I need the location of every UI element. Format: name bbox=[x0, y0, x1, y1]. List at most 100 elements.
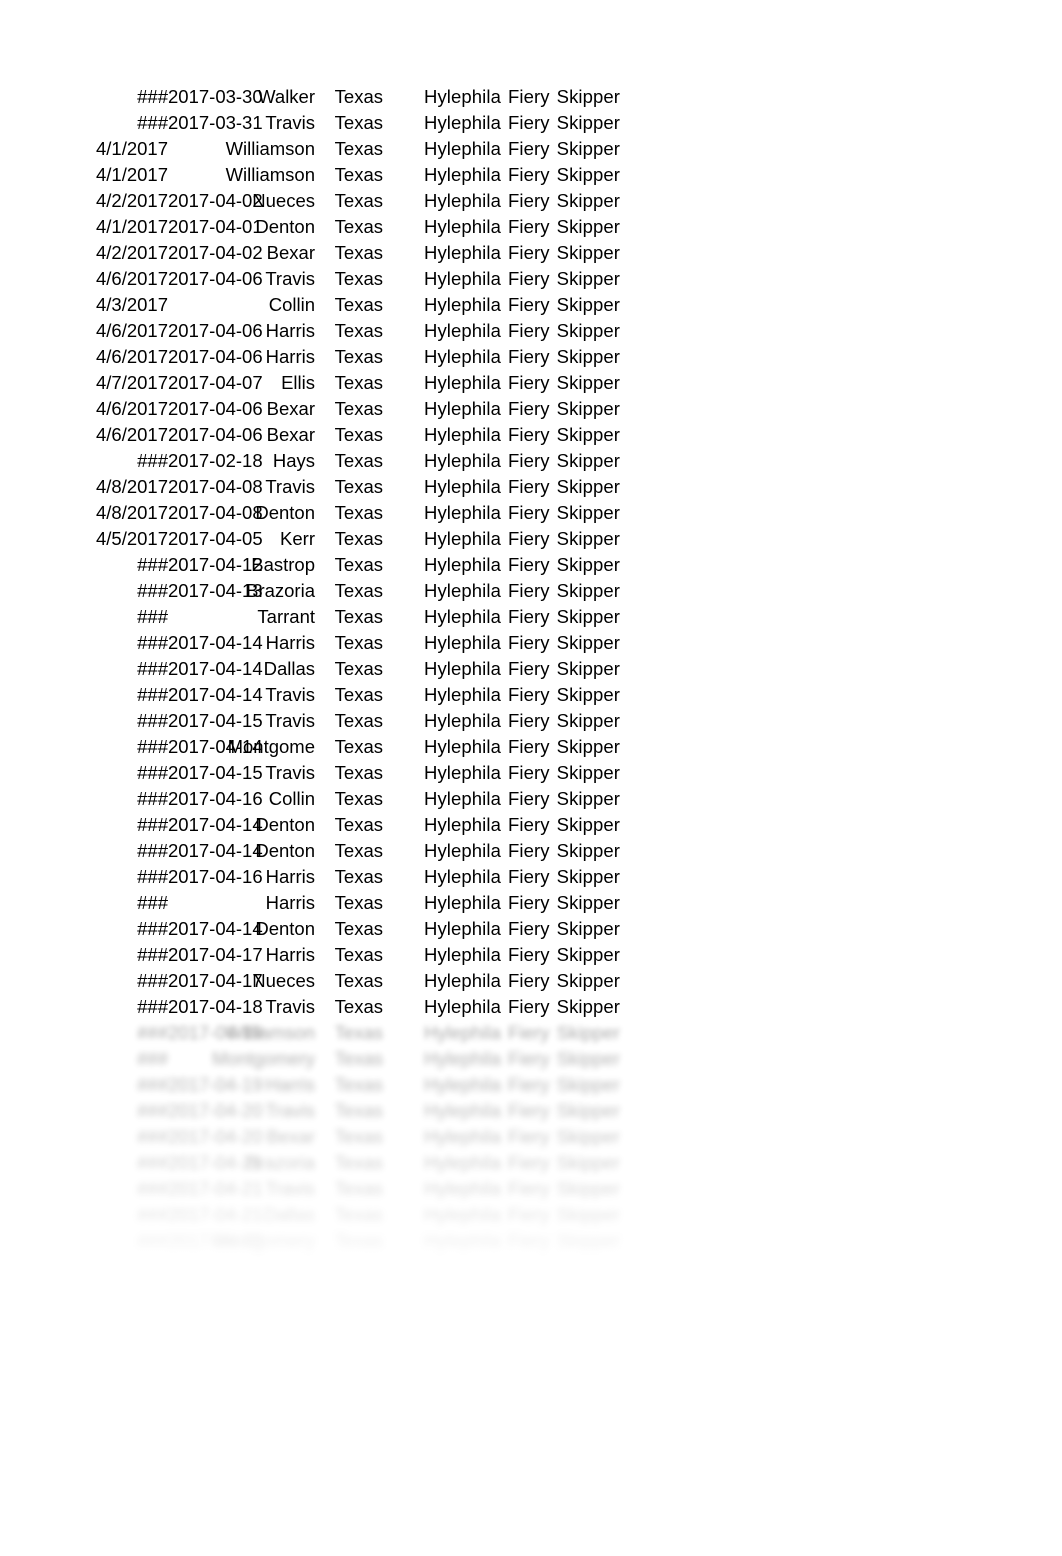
cell-state[interactable]: Texas bbox=[315, 292, 383, 318]
cell-state[interactable]: Texas bbox=[315, 396, 383, 422]
cell-date-us[interactable]: ### bbox=[96, 110, 168, 136]
cell-county[interactable]: Harris bbox=[168, 318, 315, 344]
cell-date-us[interactable]: ### bbox=[96, 812, 168, 838]
cell-state[interactable]: Texas bbox=[315, 188, 383, 214]
cell-species[interactable]: Hylephila Fiery Skipper bbox=[424, 890, 620, 916]
cell-species[interactable]: Hylephila Fiery Skipper bbox=[424, 838, 620, 864]
cell-date-us[interactable]: ### bbox=[96, 994, 168, 1020]
cell-date-us[interactable]: 4/8/2017 bbox=[96, 474, 168, 500]
cell-date-us[interactable]: 4/5/2017 bbox=[96, 526, 168, 552]
cell-county[interactable]: Hays bbox=[168, 448, 315, 474]
cell-county[interactable]: Harris bbox=[168, 1072, 315, 1098]
cell-date-us[interactable]: ### bbox=[96, 734, 168, 760]
cell-state[interactable]: Texas bbox=[315, 630, 383, 656]
cell-state[interactable]: Texas bbox=[315, 968, 383, 994]
cell-date-us[interactable]: 4/1/2017 bbox=[96, 136, 168, 162]
cell-state[interactable]: Texas bbox=[315, 448, 383, 474]
cell-date-us[interactable]: ### bbox=[96, 630, 168, 656]
cell-state[interactable]: Texas bbox=[315, 552, 383, 578]
cell-county[interactable]: Travis bbox=[168, 266, 315, 292]
table-row[interactable]: ### 2017-03-30 Walker Texas Hylephila Fiery Sk… bbox=[0, 84, 1062, 110]
cell-state[interactable]: Texas bbox=[315, 578, 383, 604]
cell-county[interactable]: Collin bbox=[168, 786, 315, 812]
cell-state[interactable]: Texas bbox=[315, 1098, 383, 1124]
cell-species[interactable]: Hylephila Fiery Skipper bbox=[424, 1176, 620, 1202]
cell-date-us[interactable]: ### bbox=[96, 890, 168, 916]
cell-date-us[interactable]: 4/1/2017 bbox=[96, 214, 168, 240]
cell-date-us[interactable]: ### bbox=[96, 604, 168, 630]
cell-county[interactable]: Denton bbox=[168, 916, 315, 942]
cell-county[interactable]: Montgomery bbox=[168, 1228, 315, 1254]
table-row[interactable]: 4/2/2017 2017-04-02 Bexar Texas Hylephila Fie… bbox=[0, 240, 1062, 266]
cell-county[interactable]: Bexar bbox=[168, 1124, 315, 1150]
cell-date-us[interactable]: 4/2/2017 bbox=[96, 240, 168, 266]
cell-state[interactable]: Texas bbox=[315, 500, 383, 526]
cell-state[interactable]: Texas bbox=[315, 604, 383, 630]
table-row[interactable]: ### 2017-04-14 Denton Texas Hylephila Fiery Sk… bbox=[0, 916, 1062, 942]
cell-county[interactable]: Denton bbox=[168, 812, 315, 838]
cell-state[interactable]: Texas bbox=[315, 682, 383, 708]
cell-species[interactable]: Hylephila Fiery Skipper bbox=[424, 84, 620, 110]
cell-species[interactable]: Hylephila Fiery Skipper bbox=[424, 1202, 620, 1228]
cell-species[interactable]: Hylephila Fiery Skipper bbox=[424, 266, 620, 292]
cell-species[interactable]: Hylephila Fiery Skipper bbox=[424, 422, 620, 448]
cell-state[interactable]: Texas bbox=[315, 1020, 383, 1046]
table-row[interactable]: ### 2017-04-14 Denton Texas Hylephila Fiery Sk… bbox=[0, 812, 1062, 838]
cell-date-us[interactable]: ### bbox=[96, 838, 168, 864]
cell-county[interactable]: Travis bbox=[168, 1098, 315, 1124]
cell-county[interactable]: Travis bbox=[168, 708, 315, 734]
table-row[interactable]: ### 2017-04-14 Montgome Texas Hylephila Fiery… bbox=[0, 734, 1062, 760]
table-row[interactable]: ### 2017-03-31 Travis Texas Hylephila Fiery Sk… bbox=[0, 110, 1062, 136]
cell-species[interactable]: Hylephila Fiery Skipper bbox=[424, 786, 620, 812]
cell-date-us[interactable]: 4/1/2017 bbox=[96, 162, 168, 188]
cell-state[interactable]: Texas bbox=[315, 110, 383, 136]
cell-state[interactable]: Texas bbox=[315, 344, 383, 370]
cell-state[interactable]: Texas bbox=[315, 864, 383, 890]
cell-species[interactable]: Hylephila Fiery Skipper bbox=[424, 344, 620, 370]
table-row[interactable]: ### 2017-04-14 Dallas Texas Hylephila Fiery Sk… bbox=[0, 656, 1062, 682]
table-row[interactable]: ### 2017-02-18 Hays Texas Hylephila Fiery Skip… bbox=[0, 448, 1062, 474]
table-row[interactable]: ### 2017-04-14 Travis Texas Hylephila Fiery Sk… bbox=[0, 682, 1062, 708]
cell-state[interactable]: Texas bbox=[315, 84, 383, 110]
cell-species[interactable]: Hylephila Fiery Skipper bbox=[424, 1124, 620, 1150]
table-row[interactable]: ### 2017-04-21 Dallas Texas Hylephila Fiery Sk… bbox=[0, 1202, 1062, 1228]
table-row[interactable]: 4/6/2017 2017-04-06 Travis Texas Hylephila Fi… bbox=[0, 266, 1062, 292]
cell-county[interactable]: Bastrop bbox=[168, 552, 315, 578]
cell-county[interactable]: Bexar bbox=[168, 240, 315, 266]
cell-county[interactable]: Travis bbox=[168, 682, 315, 708]
cell-species[interactable]: Hylephila Fiery Skipper bbox=[424, 1072, 620, 1098]
table-row[interactable]: ### 2017-04-14 Denton Texas Hylephila Fiery Sk… bbox=[0, 838, 1062, 864]
table-row[interactable]: ### 2017-04-16 Harris Texas Hylephila Fiery Sk… bbox=[0, 864, 1062, 890]
cell-state[interactable]: Texas bbox=[315, 812, 383, 838]
cell-date-us[interactable]: ### bbox=[96, 760, 168, 786]
cell-state[interactable]: Texas bbox=[315, 474, 383, 500]
cell-species[interactable]: Hylephila Fiery Skipper bbox=[424, 578, 620, 604]
cell-county[interactable]: Montgomery bbox=[168, 1046, 315, 1072]
cell-species[interactable]: Hylephila Fiery Skipper bbox=[424, 214, 620, 240]
cell-state[interactable]: Texas bbox=[315, 162, 383, 188]
table-row[interactable]: 4/5/2017 2017-04-05 Kerr Texas Hylephila Fier… bbox=[0, 526, 1062, 552]
cell-state[interactable]: Texas bbox=[315, 890, 383, 916]
table-row[interactable]: ### Montgomery Texas Hylephila Fiery Skipper bbox=[0, 1046, 1062, 1072]
table-row[interactable]: 4/6/2017 2017-04-06 Harris Texas Hylephila Fi… bbox=[0, 344, 1062, 370]
table-row[interactable]: 4/8/2017 2017-04-08 Travis Texas Hylephila Fi… bbox=[0, 474, 1062, 500]
cell-state[interactable]: Texas bbox=[315, 1046, 383, 1072]
cell-species[interactable]: Hylephila Fiery Skipper bbox=[424, 734, 620, 760]
cell-county[interactable]: Travis bbox=[168, 1176, 315, 1202]
cell-county[interactable]: Denton bbox=[168, 500, 315, 526]
cell-species[interactable]: Hylephila Fiery Skipper bbox=[424, 162, 620, 188]
cell-county[interactable]: Travis bbox=[168, 760, 315, 786]
table-row[interactable]: ### 2017-04-18 Travis Texas Hylephila Fiery Sk… bbox=[0, 994, 1062, 1020]
table-row[interactable]: 4/1/2017 Williamson Texas Hylephila Fiery Ski… bbox=[0, 162, 1062, 188]
cell-species[interactable]: Hylephila Fiery Skipper bbox=[424, 994, 620, 1020]
cell-state[interactable]: Texas bbox=[315, 136, 383, 162]
table-row[interactable]: ### Tarrant Texas Hylephila Fiery Skipper bbox=[0, 604, 1062, 630]
cell-state[interactable]: Texas bbox=[315, 1072, 383, 1098]
table-row[interactable]: ### 2017-04-22 Montgomery Texas Hylephila Fie… bbox=[0, 1228, 1062, 1254]
cell-date-us[interactable]: 4/2/2017 bbox=[96, 188, 168, 214]
cell-state[interactable]: Texas bbox=[315, 370, 383, 396]
cell-state[interactable]: Texas bbox=[315, 526, 383, 552]
cell-date-us[interactable]: ### bbox=[96, 656, 168, 682]
cell-county[interactable]: Nueces bbox=[168, 968, 315, 994]
cell-date-us[interactable]: 4/7/2017 bbox=[96, 370, 168, 396]
